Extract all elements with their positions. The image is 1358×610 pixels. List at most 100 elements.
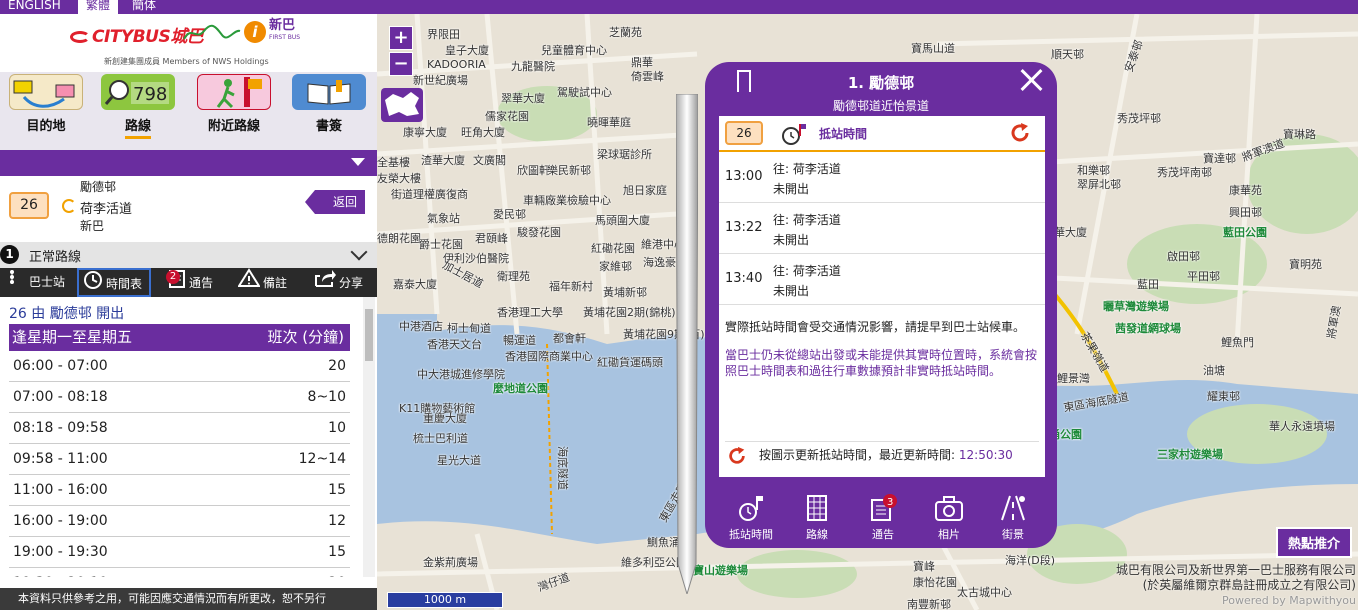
tab-notice[interactable]: 通告 2 <box>162 268 213 297</box>
map-label: 嘉泰大廈 <box>393 278 437 291</box>
map-label: 友榮大樓 <box>377 172 421 185</box>
nav-bookmark-label: 書簽 <box>315 119 342 134</box>
close-icon[interactable] <box>1019 68 1043 92</box>
nav-bookmark[interactable]: 書簽 <box>287 74 371 134</box>
tab-share-label: 分享 <box>339 276 364 290</box>
lang-english[interactable]: ENGLISH <box>0 0 69 14</box>
tab-bus-stops[interactable]: 巴士站 <box>8 268 65 297</box>
map-label: 中港酒店 <box>399 320 443 333</box>
map-label: 海底隧道 <box>556 446 569 490</box>
route-variant-selector[interactable]: 1 正常路線 <box>0 242 377 268</box>
route-info: 26 勵德邨 荷李活道 新巴 返回 <box>0 176 377 242</box>
eta-row: 13:22 往: 荷李活道 未開出 <box>719 203 1045 254</box>
lang-simplified[interactable]: 簡体 <box>124 0 164 14</box>
route-origin: 勵德邨 <box>80 180 117 194</box>
collapse-triangle-icon[interactable] <box>351 158 365 166</box>
map-label: 平田邨 <box>1187 270 1220 283</box>
hong-kong-overview-icon[interactable] <box>381 88 423 122</box>
map-label: 秀茂坪邨 <box>1117 112 1161 125</box>
eta-clock-icon <box>739 496 763 521</box>
hotspot-button[interactable]: 熱點推介 <box>1275 527 1352 558</box>
route-table-icon <box>807 495 827 521</box>
map-label: 倚雲峰 <box>631 70 664 83</box>
map-label: 全基樓 <box>377 156 410 169</box>
share-icon <box>314 268 336 299</box>
powered-by: Powered by Mapwithyou <box>1221 594 1356 607</box>
first-bus-mark-icon: i <box>244 21 266 43</box>
map-label: 家維邨 <box>599 260 632 273</box>
map-label: 黃埔新邨 <box>603 286 647 299</box>
eta-time: 13:40 <box>725 271 763 286</box>
map-label: 儒家花園 <box>485 110 529 123</box>
refresh-icon[interactable] <box>727 446 747 475</box>
map-scale: 1000 m <box>387 592 503 608</box>
brand-tagline: 新創建集團成員 Members of NWS Holdings <box>104 57 269 66</box>
map-label: 寶明苑 <box>1289 258 1322 271</box>
timetable-scrollbar[interactable] <box>363 297 375 577</box>
camera-icon <box>935 496 963 521</box>
zoom-controls: + − <box>389 26 413 78</box>
eta-destination: 往: 荷李活道 <box>773 162 841 176</box>
zoom-out-button[interactable]: − <box>389 52 413 76</box>
first-bus-swoosh-icon <box>183 24 241 40</box>
tab-bus-stops-label: 巴士站 <box>29 275 66 289</box>
popup-tab-notice[interactable]: 3 通告 <box>851 494 915 542</box>
timetable-route-number: 26 <box>9 306 27 322</box>
map-label: 金紫荊廣場 <box>423 556 478 569</box>
map-label: 都會軒 <box>553 332 586 345</box>
zoom-in-button[interactable]: + <box>389 26 413 50</box>
eta-panel: 26 抵站時間 13:00 往: 荷李活道 未開出 13:22 往: 荷李活道 … <box>719 116 1045 477</box>
map-label: 新世紀廣場 <box>413 74 468 87</box>
map-label: 興田邨 <box>1229 206 1262 219</box>
map-label: 鯉魚門 <box>1221 336 1254 349</box>
lang-traditional[interactable]: 繁體 <box>78 0 119 14</box>
map-label: 文廣閣 <box>473 154 506 167</box>
map-label: 和樂邨 <box>1077 164 1110 177</box>
map-label: 茜發道網球場 <box>1115 322 1181 335</box>
popup-subtitle: 勵德邨道近怡景道 <box>832 99 929 113</box>
popup-tab-route[interactable]: 路線 <box>785 494 849 542</box>
swap-direction-icon[interactable] <box>62 199 76 213</box>
popup-tab-photo[interactable]: 相片 <box>917 494 981 542</box>
timetable-days: 逢星期一至星期五 <box>12 328 133 346</box>
back-button[interactable]: 返回 <box>305 190 365 214</box>
map-label: 香港理工大學 <box>497 306 563 319</box>
map-label: 油塘 <box>1203 364 1225 377</box>
map-label: 芝蘭苑 <box>609 26 642 39</box>
popup-tab-eta[interactable]: 抵站時間 <box>719 494 783 542</box>
map-label: 寶峰 <box>913 560 935 573</box>
tab-share[interactable]: 分享 <box>314 268 363 297</box>
map-label: 暢運道 <box>503 334 536 347</box>
table-row: 16:00 - 19:00 12 <box>9 506 350 537</box>
first-bus-logo: i 新巴 FIRST BUS <box>182 19 300 44</box>
copyright-line-2: (於英屬維爾京群島註冊成立之有限公司) <box>1142 578 1356 592</box>
collapse-bar[interactable] <box>0 150 377 176</box>
route-variant-label: 正常路線 <box>29 250 82 265</box>
tab-timetable[interactable]: 時間表 <box>77 268 151 297</box>
map-label: 福年新村 <box>549 280 593 293</box>
main-nav: 目的地 798 路線 附近路線 書簽 <box>0 72 377 150</box>
route-variant-number: 1 <box>0 245 19 264</box>
tab-remarks[interactable]: 備註 <box>237 268 287 297</box>
map-label: 康華苑 <box>1229 184 1262 197</box>
eta-row: 13:40 往: 荷李活道 未開出 <box>719 254 1045 305</box>
map-label: 海洋(D段) <box>1005 554 1056 567</box>
popup-tab-street-view[interactable]: 街景 <box>981 494 1045 542</box>
map-label: 柯士甸道 <box>447 322 491 335</box>
update-text: 按圖示更新抵站時間，最近更新時間: <box>759 448 956 462</box>
eta-status: 未開出 <box>773 182 810 196</box>
chevron-down-icon[interactable] <box>350 243 368 261</box>
route-search-number: 798 <box>133 84 167 105</box>
eta-row: 13:00 往: 荷李活道 未開出 <box>719 152 1045 203</box>
popup-notice-badge: 3 <box>887 497 893 508</box>
timetable-frequency-header: 班次 (分鐘) <box>267 328 344 346</box>
map-label: 南豐新邨 <box>907 598 951 610</box>
scrollbar-thumb[interactable] <box>365 309 373 361</box>
nav-destination[interactable]: 目的地 <box>4 74 88 134</box>
nav-route-label: 路線 <box>124 115 151 139</box>
nav-nearby[interactable]: 附近路線 <box>192 74 276 134</box>
map-label: 三家村遊樂場 <box>1157 448 1223 461</box>
nav-route[interactable]: 798 路線 <box>96 74 180 139</box>
refresh-icon[interactable] <box>1009 122 1031 148</box>
eta-estimate-note: 當巴士仍未從總站出發或未能提供其實時位置時，系統會按照巴士時間表和過往行車數據預… <box>725 348 1038 378</box>
